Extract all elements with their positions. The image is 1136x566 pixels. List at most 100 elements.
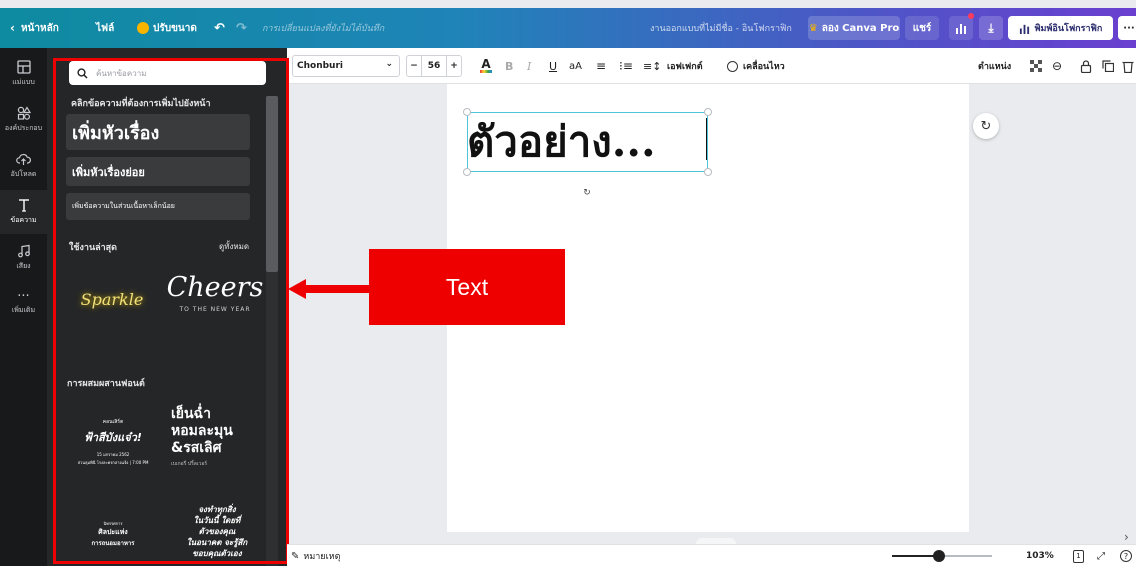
search-placeholder: ค้นหาข้อความ	[96, 68, 147, 78]
zoom-level[interactable]: 103%	[1026, 545, 1054, 566]
font-size-decrease-button[interactable]: −	[406, 55, 422, 77]
animate-button[interactable]: เคลื่อนไหว	[727, 48, 785, 84]
page-count-button[interactable]: 1	[1073, 545, 1084, 566]
list-icon[interactable]: ⁝≡	[619, 48, 633, 84]
unsaved-status: การเปลี่ยนแปลงที่ยังไม่ได้บันทึก	[262, 24, 385, 34]
text-color-button[interactable]: A	[480, 48, 492, 84]
rail-item-more[interactable]: ··· เพิ่มเติม	[0, 282, 47, 326]
resize-handle[interactable]	[704, 108, 712, 116]
zoom-slider-thumb[interactable]	[933, 550, 945, 562]
panel-intro: คลิกข้อความที่ต้องการเพิ่มไปยังหน้า	[71, 99, 211, 109]
combo-small-text: นิทรรศการ	[103, 521, 123, 526]
rail-item-text[interactable]: ข้อความ	[0, 190, 47, 234]
print-infographic-button[interactable]: พิมพ์อินโฟกราฟิก	[1008, 16, 1113, 40]
rail-label: ข้อความ	[10, 216, 37, 224]
template-icon	[16, 60, 31, 74]
back-home-button[interactable]: ‹ หน้าหลัก	[10, 8, 59, 48]
text-panel: ค้นหาข้อความ คลิกข้อความที่ต้องการเพิ่มไ…	[47, 48, 287, 566]
spacing-icon[interactable]: ≡↕	[643, 48, 661, 84]
notes-icon: ✎	[291, 550, 300, 562]
transparency-button[interactable]	[1030, 48, 1042, 84]
add-heading-button[interactable]: เพิ่มหัวเรื่อง	[66, 114, 250, 150]
document-title[interactable]: งานออกแบบที่ไม่มีชื่อ - อินโฟกราฟิก	[650, 8, 792, 48]
link-icon[interactable]: ⊖	[1052, 48, 1062, 84]
recent-item-cheers[interactable]: Cheers TO THE NEW YEAR	[165, 272, 265, 332]
position-button[interactable]: ตำแหน่ง	[978, 48, 1011, 84]
rail-label: เสียง	[16, 262, 31, 270]
rail-item-upload[interactable]: อัปโหลด	[0, 144, 47, 188]
combo-line-text: ศิลปะแห่ง	[98, 528, 128, 536]
search-input[interactable]: ค้นหาข้อความ	[69, 61, 266, 85]
font-size-input[interactable]: 56	[422, 55, 446, 77]
undo-icon[interactable]: ↶	[214, 8, 225, 48]
print-label: พิมพ์อินโฟกราฟิก	[1034, 24, 1103, 34]
combo-title-text: ฟ้าสีบังแจ๋ว!	[84, 431, 142, 444]
insights-button[interactable]	[949, 13, 974, 40]
resize-handle[interactable]	[463, 168, 471, 176]
bold-button[interactable]: B	[505, 48, 513, 84]
font-combo-concert[interactable]: คอนเสิร์ต ฟ้าสีบังแจ๋ว! 15 มกราคม 2562 ส…	[66, 410, 160, 488]
cheers-text: Cheers	[166, 272, 264, 303]
more-options-button[interactable]: ···	[1118, 16, 1136, 40]
annotation-label: Text	[369, 249, 565, 325]
help-button[interactable]: ?	[1120, 545, 1132, 566]
resize-handle[interactable]	[704, 168, 712, 176]
see-all-link[interactable]: ดูทั้งหมด	[219, 240, 249, 253]
combo-line-text: เย็นฉ่ำ	[171, 406, 211, 422]
resize-handle[interactable]	[463, 108, 471, 116]
animate-label: เคลื่อนไหว	[743, 62, 785, 72]
rotate-icon[interactable]: ↻	[579, 185, 595, 201]
zoom-slider-fill	[892, 555, 939, 557]
italic-button[interactable]: I	[527, 48, 531, 84]
chevron-down-icon: ⌄	[385, 59, 393, 69]
trash-icon[interactable]	[1122, 48, 1134, 84]
font-size-increase-button[interactable]: +	[446, 55, 462, 77]
font-family-select[interactable]: Chonburi ⌄	[292, 55, 400, 77]
notes-button[interactable]: ✎ หมายเหตุ	[291, 545, 340, 566]
redo-icon[interactable]: ↷	[236, 8, 247, 48]
recent-item-sparkle[interactable]: Sparkle	[66, 276, 158, 322]
top-bar: ‹ หน้าหลัก ไฟล์ ปรับขนาด ↶ ↷ การเปลี่ยนแ…	[0, 8, 1136, 48]
canvas-text-element[interactable]: ตัวอย่าง...	[467, 110, 711, 174]
rail-item-templates[interactable]: แม่แบบ	[0, 52, 47, 96]
bottom-bar: ✎ หมายเหตุ 103% 1 ⤢ ?	[287, 544, 1136, 566]
rail-label: เพิ่มเติม	[11, 306, 36, 314]
letter-case-button[interactable]: aA	[569, 48, 582, 84]
crown-icon	[137, 22, 149, 34]
combo-time-text: สวนลุมพินี โรงละครกลางแจ้ง | 7:00 PM	[77, 460, 149, 465]
try-canva-pro-button[interactable]: ♛ ลอง Canva Pro	[808, 16, 900, 40]
text-icon	[18, 199, 29, 212]
file-menu-button[interactable]: ไฟล์	[96, 8, 114, 48]
sparkle-text: Sparkle	[80, 289, 144, 309]
animate-icon	[727, 60, 738, 72]
rail-item-audio[interactable]: เสียง	[0, 236, 47, 280]
more-icon: ···	[17, 289, 30, 304]
combo-line-text: ขอบคุณตัวเอง	[192, 549, 242, 558]
resize-button[interactable]: ปรับขนาด	[137, 8, 197, 48]
rail-label: แม่แบบ	[12, 78, 35, 86]
combo-line-text: ในอนาคต จะรู้สึก	[186, 538, 248, 547]
combo-line-text: หอมละมุน	[171, 423, 233, 439]
recent-section-title: ใช้งานล่าสุด	[69, 243, 118, 253]
effects-button[interactable]: เอฟเฟกต์	[667, 48, 703, 84]
duplicate-icon[interactable]	[1102, 48, 1114, 84]
font-combo-quote[interactable]: จงทำทุกสิ่ง ในวันนี้ ใดยที่ ตัวของคุณ ใน…	[171, 504, 263, 566]
align-center-icon[interactable]: ≡	[596, 48, 606, 84]
font-combo-bakery[interactable]: เย็นฉ่ำ หอมละมุน &รสเลิศ เบเกอรี่ ปริ้ลเ…	[171, 406, 263, 488]
elements-icon	[17, 106, 31, 120]
download-button[interactable]: ⤓	[979, 16, 1003, 40]
refresh-button[interactable]: ↻	[973, 113, 999, 139]
fullscreen-icon[interactable]: ⤢	[1097, 545, 1105, 566]
help-icon: ?	[1120, 550, 1132, 562]
lock-shape	[1080, 59, 1092, 73]
share-button[interactable]: แชร์	[905, 16, 939, 40]
add-subheading-button[interactable]: เพิ่มหัวเรื่องย่อย	[66, 157, 250, 186]
underline-button[interactable]: U	[549, 48, 557, 84]
rail-item-elements[interactable]: องค์ประกอบ	[0, 98, 47, 142]
panel-scrollbar-thumb[interactable]	[266, 96, 278, 272]
lock-icon[interactable]	[1080, 48, 1092, 84]
chevron-left-icon: ‹	[10, 21, 15, 35]
add-body-text-button[interactable]: เพิ่มข้อความในส่วนเนื้อหาเล็กน้อย	[66, 193, 250, 220]
font-combo-exhibition[interactable]: นิทรรศการ ศิลปะแห่ง การถนอมอาหาร	[66, 508, 160, 556]
scroll-right-icon[interactable]: ›	[1124, 530, 1129, 544]
